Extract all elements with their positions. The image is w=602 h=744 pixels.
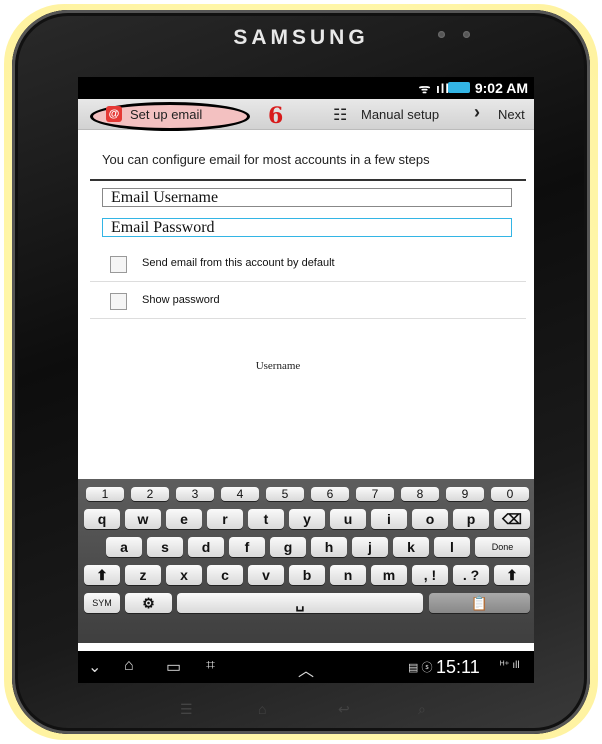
key-m[interactable]: m <box>371 565 407 585</box>
key-n[interactable]: n <box>330 565 366 585</box>
status-time: 9:02 AM <box>474 80 528 96</box>
key-r[interactable]: r <box>207 509 243 529</box>
screenshot-icon[interactable]: ⌗ <box>206 657 215 675</box>
key-e[interactable]: e <box>166 509 202 529</box>
menu-hw-icon[interactable]: ☰ <box>180 701 193 718</box>
key-j[interactable]: j <box>352 537 388 557</box>
manual-setup-icon[interactable]: ☷ <box>333 105 347 125</box>
key-a[interactable]: a <box>106 537 142 557</box>
shift-right-key[interactable]: ⬆ <box>494 565 530 585</box>
next-icon[interactable]: › <box>474 102 480 123</box>
signal-indicator: ᴴ⁺ ıll <box>500 660 520 671</box>
key-f[interactable]: f <box>229 537 265 557</box>
home-hw-icon[interactable]: ⌂ <box>258 701 266 717</box>
sensor-icon <box>463 31 470 38</box>
clipboard-key[interactable]: 📋 <box>429 593 530 613</box>
nav-bar: ⌄ ⌂ ▭ ⌗ ︿ ▤ ⓢ 15:11 ᴴ⁺ ıll <box>78 651 534 683</box>
key-q[interactable]: q <box>84 509 120 529</box>
period-key[interactable]: . ? <box>453 565 489 585</box>
key-s[interactable]: s <box>147 537 183 557</box>
sym-key[interactable]: SYM <box>84 593 120 613</box>
key-w[interactable]: w <box>125 509 161 529</box>
setup-email-title[interactable]: Set up email <box>130 107 202 122</box>
key-v[interactable]: v <box>248 565 284 585</box>
key-9[interactable]: 9 <box>446 487 484 501</box>
key-7[interactable]: 7 <box>356 487 394 501</box>
key-h[interactable]: h <box>311 537 347 557</box>
email-username-field[interactable]: Email Username <box>102 188 512 207</box>
next-button[interactable]: Next <box>498 107 525 122</box>
key-p[interactable]: p <box>453 509 489 529</box>
battery-icon <box>448 82 470 93</box>
key-0[interactable]: 0 <box>491 487 529 501</box>
intro-text: You can configure email for most account… <box>102 152 430 167</box>
key-3[interactable]: 3 <box>176 487 214 501</box>
key-y[interactable]: y <box>289 509 325 529</box>
status-bar: ᯤ ıll 9:02 AM <box>78 77 534 99</box>
key-t[interactable]: t <box>248 509 284 529</box>
key-4[interactable]: 4 <box>221 487 259 501</box>
key-g[interactable]: g <box>270 537 306 557</box>
settings-gear-key[interactable]: ⚙ <box>125 593 172 613</box>
step-number-annotation: 6 <box>268 103 284 129</box>
keyboard: 1 2 3 4 5 6 7 8 9 0 q w e r t y u i o p … <box>78 479 534 643</box>
recent-apps-icon[interactable]: ▭ <box>166 657 181 677</box>
key-l[interactable]: l <box>434 537 470 557</box>
email-app-icon: @ <box>106 106 122 122</box>
key-1[interactable]: 1 <box>86 487 124 501</box>
backspace-key[interactable]: ⌫ <box>494 509 530 529</box>
key-5[interactable]: 5 <box>266 487 304 501</box>
key-o[interactable]: o <box>412 509 448 529</box>
default-account-checkbox[interactable] <box>110 256 127 273</box>
search-hw-icon[interactable]: ⌕ <box>418 701 426 718</box>
key-z[interactable]: z <box>125 565 161 585</box>
hide-keyboard-icon[interactable]: ⌄ <box>88 657 101 677</box>
key-x[interactable]: x <box>166 565 202 585</box>
email-password-field[interactable]: Email Password <box>102 218 512 237</box>
key-u[interactable]: u <box>330 509 366 529</box>
manual-setup-button[interactable]: Manual setup <box>361 107 439 122</box>
key-2[interactable]: 2 <box>131 487 169 501</box>
brand-logo: SAMSUNG <box>233 26 369 49</box>
up-arrow-icon[interactable]: ︿ <box>298 657 314 681</box>
show-password-label: Show password <box>142 294 220 306</box>
done-key[interactable]: Done <box>475 537 530 557</box>
key-b[interactable]: b <box>289 565 325 585</box>
camera-icon <box>438 31 445 38</box>
nav-clock: 15:11 <box>436 657 480 677</box>
home-icon[interactable]: ⌂ <box>124 657 134 675</box>
notification-icons: ▤ ⓢ <box>408 662 433 674</box>
action-bar: @ Set up email 6 ☷ Manual setup › Next <box>78 99 534 131</box>
field-hint: Username <box>255 360 301 372</box>
show-password-checkbox[interactable] <box>110 293 127 310</box>
signal-icon: ᯤ ıll <box>418 81 450 96</box>
key-d[interactable]: d <box>188 537 224 557</box>
screen: ᯤ ıll 9:02 AM @ Set up email 6 ☷ Manual … <box>78 77 534 683</box>
key-6[interactable]: 6 <box>311 487 349 501</box>
show-password-row[interactable]: Show password <box>90 282 526 319</box>
divider <box>90 179 526 181</box>
space-key[interactable]: ␣ <box>177 593 423 613</box>
key-8[interactable]: 8 <box>401 487 439 501</box>
key-i[interactable]: i <box>371 509 407 529</box>
key-k[interactable]: k <box>393 537 429 557</box>
default-account-label: Send email from this account by default <box>142 257 335 269</box>
shift-left-key[interactable]: ⬆ <box>84 565 120 585</box>
default-account-row[interactable]: Send email from this account by default <box>90 245 526 282</box>
comma-key[interactable]: , ! <box>412 565 448 585</box>
key-c[interactable]: c <box>207 565 243 585</box>
back-hw-icon[interactable]: ↩ <box>338 701 350 718</box>
